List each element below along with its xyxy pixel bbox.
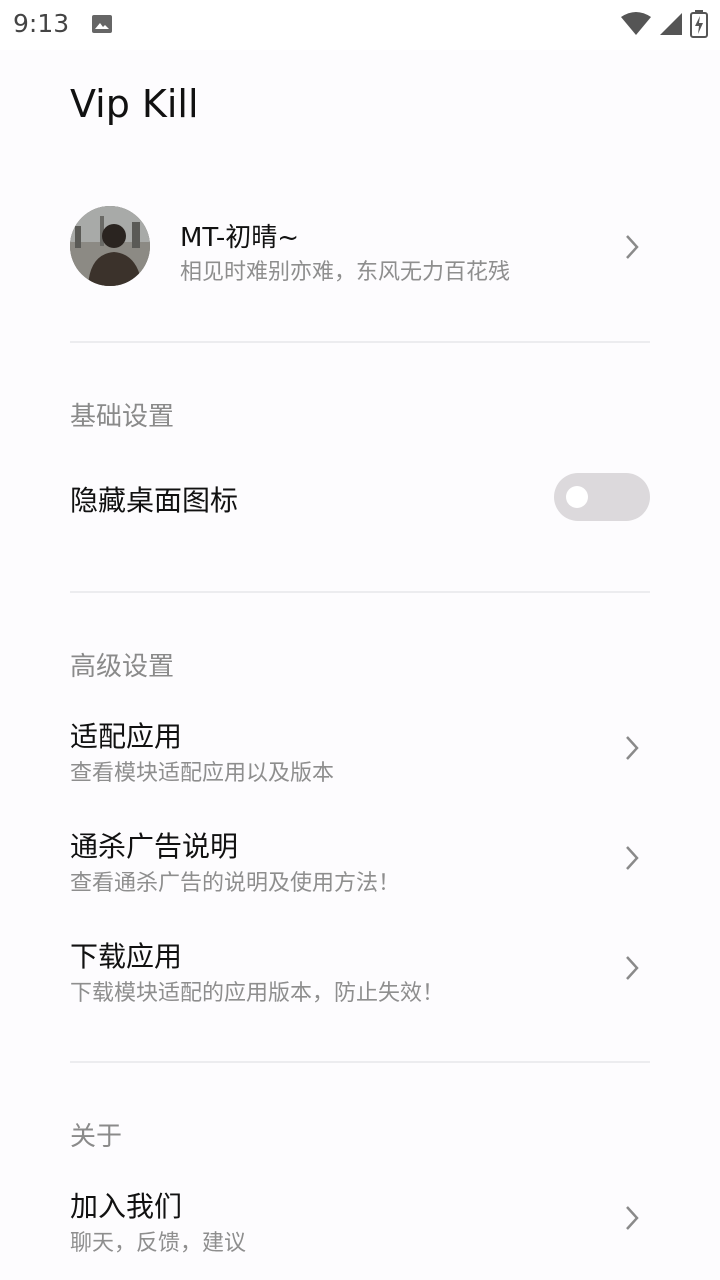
switch-knob xyxy=(566,486,588,508)
section-title-about: 关于 xyxy=(70,1122,123,1152)
status-time: 9:13 xyxy=(13,9,70,38)
hide-icon-switch[interactable] xyxy=(554,473,650,521)
profile-name: MT-初晴~ xyxy=(180,223,300,253)
list-item-ad-block-info[interactable]: 通杀广告说明 查看通杀广告的说明及使用方法！ xyxy=(70,825,650,896)
row-title: 通杀广告说明 xyxy=(70,830,239,863)
list-item-download-apps[interactable]: 下载应用 下载模块适配的应用版本，防止失效！ xyxy=(70,935,650,1006)
cell-signal-icon xyxy=(660,13,682,35)
section-title-basic: 基础设置 xyxy=(70,402,175,432)
list-item-adapted-apps[interactable]: 适配应用 查看模块适配应用以及版本 xyxy=(70,715,650,786)
hide-icon-label: 隐藏桌面图标 xyxy=(70,484,239,517)
row-title: 适配应用 xyxy=(70,720,183,753)
chevron-right-icon xyxy=(626,1206,639,1230)
row-subtitle: 查看模块适配应用以及版本 xyxy=(70,761,335,786)
row-subtitle: 查看通杀广告的说明及使用方法！ xyxy=(70,871,401,896)
chevron-right-icon xyxy=(626,956,639,980)
status-bar: 9:13 xyxy=(0,0,720,50)
row-title: 加入我们 xyxy=(70,1190,183,1223)
profile-subtitle: 相见时难别亦难，东风无力百花残 xyxy=(180,260,511,285)
divider xyxy=(70,591,650,593)
profile-row[interactable]: MT-初晴~ 相见时难别亦难，东风无力百花残 xyxy=(70,206,650,288)
row-title: 下载应用 xyxy=(70,940,183,973)
chevron-right-icon xyxy=(626,235,639,259)
avatar xyxy=(70,206,150,286)
wifi-icon xyxy=(621,12,651,35)
app-title: Vip Kill xyxy=(70,82,199,126)
list-item-join-us[interactable]: 加入我们 聊天，反馈，建议 xyxy=(70,1185,650,1256)
status-icons xyxy=(620,10,708,38)
chevron-right-icon xyxy=(626,846,639,870)
divider xyxy=(70,1061,650,1063)
hide-icon-row[interactable]: 隐藏桌面图标 xyxy=(70,473,650,521)
chevron-right-icon xyxy=(626,736,639,760)
row-subtitle: 聊天，反馈，建议 xyxy=(70,1231,247,1256)
section-title-advanced: 高级设置 xyxy=(70,652,175,682)
battery-charging-icon xyxy=(690,10,708,38)
row-subtitle: 下载模块适配的应用版本，防止失效！ xyxy=(70,981,445,1006)
image-icon xyxy=(92,15,112,33)
screen: 9:13 Vip Kill MT-初晴~ 相见时难别亦难，东风无力百花残 基础设… xyxy=(0,0,720,1280)
divider xyxy=(70,341,650,343)
